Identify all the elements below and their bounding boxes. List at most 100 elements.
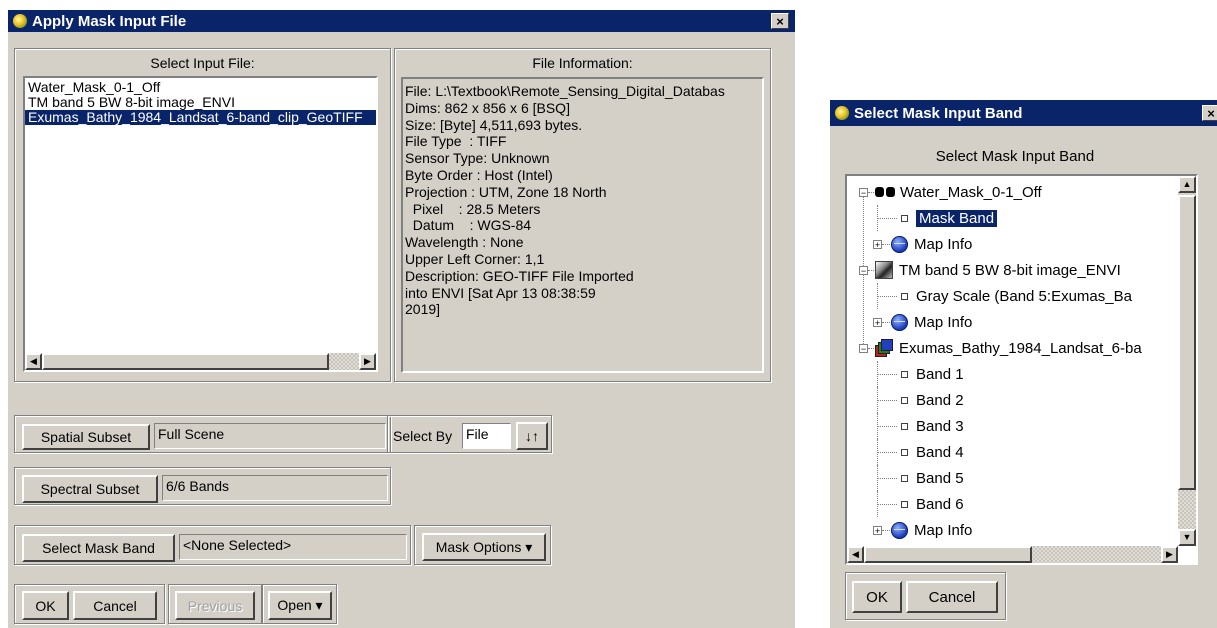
scroll-left-button[interactable]: ◀ [847, 546, 864, 563]
tree-band-node[interactable]: Gray Scale (Band 5:Exumas_Ba [901, 283, 1132, 309]
tree-connector [877, 413, 878, 439]
file-info-line: Dims: 862 x 856 x 6 [BSQ] [405, 99, 570, 116]
spatial-subset-field: Full Scene [154, 423, 386, 449]
file-list-item[interactable]: Water_Mask_0-1_Off [25, 80, 376, 95]
close-button[interactable]: × [771, 13, 789, 29]
tree-mapinfo-label: Map Info [914, 521, 973, 539]
collapse-icon[interactable]: − [859, 344, 868, 354]
tree-band-node[interactable]: Band 1 [901, 361, 964, 387]
tree-mapinfo-node[interactable]: Map Info [891, 309, 972, 335]
band-leaf-icon [901, 500, 908, 508]
tree-band-node[interactable]: Band 6 [901, 491, 964, 517]
select-band-dialog: Select Mask Input Band × Select Mask Inp… [830, 100, 1217, 628]
tree-band-node[interactable]: Band 5 [901, 465, 964, 491]
envi-app-icon [835, 106, 849, 120]
tree-file-node[interactable]: Exumas_Bathy_1984_Landsat_6-ba [875, 335, 1142, 361]
grayscale-image-icon [875, 261, 893, 279]
tree-connector [877, 387, 878, 413]
tree-band-label: Band 2 [916, 391, 964, 409]
select-input-panel: Select Input File: Water_Mask_0-1_Off TM … [14, 48, 391, 382]
tree-connector [877, 504, 897, 505]
collapse-icon[interactable]: − [859, 188, 868, 198]
sort-order-button[interactable]: ↓↑ [516, 422, 548, 450]
vscroll-thumb[interactable] [1178, 195, 1196, 490]
ok-cancel-group: OK Cancel [14, 584, 165, 624]
tree-connector [877, 283, 878, 309]
tree-connector [882, 322, 890, 323]
band-leaf-icon [901, 422, 908, 430]
open-button[interactable]: Open ▾ [268, 591, 332, 620]
band-ok-cancel-group: OK Cancel [845, 572, 1006, 620]
previous-group: Previous [168, 584, 262, 624]
scroll-up-button[interactable]: ▲ [1178, 176, 1196, 193]
file-info-line: File Type : TIFF [405, 133, 507, 150]
file-list-hscrollbar[interactable]: ◀ ▶ [25, 353, 376, 370]
band-close-button[interactable]: × [1202, 105, 1217, 121]
tree-file-node[interactable]: TM band 5 BW 8-bit image_ENVI [875, 257, 1121, 283]
band-dialog-heading: Select Mask Input Band [935, 148, 1095, 165]
scroll-right-button[interactable]: ▶ [1161, 546, 1178, 563]
scroll-down-button[interactable]: ▼ [1178, 529, 1196, 546]
file-info-line: Upper Left Corner: 1,1 [405, 250, 545, 267]
tree-mapinfo-node[interactable]: Map Info [891, 517, 972, 543]
spectral-subset-group: Spectral Subset 6/6 Bands [14, 467, 391, 505]
band-ok-button[interactable]: OK [852, 581, 902, 613]
tree-band-label: Mask Band [914, 208, 999, 228]
tree-band-label: Band 3 [916, 417, 964, 435]
band-tree-vscrollbar[interactable]: ▲ ▼ [1178, 176, 1196, 546]
file-info-text: File: L:\Textbook\Remote_Sensing_Digital… [401, 77, 764, 373]
spectral-subset-button[interactable]: Spectral Subset [22, 475, 158, 503]
tree-band-node[interactable]: Band 3 [901, 413, 964, 439]
spatial-subset-button[interactable]: Spatial Subset [22, 424, 150, 450]
tree-file-node[interactable]: Water_Mask_0-1_Off [875, 179, 1042, 205]
globe-icon [891, 235, 908, 253]
band-leaf-icon [901, 448, 908, 456]
mask-options-button[interactable]: Mask Options ▾ [422, 533, 546, 561]
mask-band-group: Select Mask Band <None Selected> [14, 525, 411, 565]
file-info-line: Sensor Type: Unknown [405, 150, 550, 167]
file-list-item[interactable]: TM band 5 BW 8-bit image_ENVI [25, 95, 376, 110]
apply-mask-titlebar[interactable]: Apply Mask Input File × [8, 10, 795, 32]
scroll-thumb[interactable] [42, 353, 329, 370]
tree-connector [882, 530, 890, 531]
tree-mapinfo-label: Map Info [914, 235, 973, 253]
tree-mapinfo-node[interactable]: Map Info [891, 231, 972, 257]
select-by-group: Select By File ↓↑ [387, 415, 552, 453]
hscroll-thumb[interactable] [864, 546, 1032, 563]
expand-icon[interactable]: + [873, 240, 882, 250]
select-mask-band-button[interactable]: Select Mask Band [22, 534, 175, 562]
tree-band-node[interactable]: Band 2 [901, 387, 964, 413]
expand-icon[interactable]: + [873, 526, 882, 536]
band-dialog-titlebar[interactable]: Select Mask Input Band × [830, 100, 1217, 126]
collapse-icon[interactable]: − [859, 266, 868, 276]
cancel-button[interactable]: Cancel [73, 591, 157, 620]
tree-connector [877, 374, 897, 375]
file-info-label: File Information: [532, 55, 633, 71]
tree-band-node[interactable]: Mask Band [901, 205, 999, 231]
input-file-list[interactable]: Water_Mask_0-1_Off TM band 5 BW 8-bit ima… [23, 76, 378, 372]
file-info-line: File: L:\Textbook\Remote_Sensing_Digital… [405, 83, 725, 99]
file-list-item[interactable]: Exumas_Bathy_1984_Landsat_6-band_clip_Ge… [25, 110, 376, 125]
sort-arrows-icon: ↓↑ [525, 428, 539, 444]
scroll-right-button[interactable]: ▶ [359, 353, 376, 370]
apply-mask-dialog: Apply Mask Input File × Select Input Fil… [8, 10, 795, 628]
spectral-subset-field: 6/6 Bands [162, 475, 388, 501]
file-info-line: 2019] [405, 301, 441, 318]
tree-band-node[interactable]: Band 4 [901, 439, 964, 465]
band-cancel-button[interactable]: Cancel [906, 581, 998, 613]
select-by-field[interactable]: File [462, 423, 511, 449]
tree-band-label: Band 1 [916, 365, 964, 383]
file-info-line: into ENVI [Sat Apr 13 08:38:59 [405, 284, 596, 301]
tree-band-label: Band 5 [916, 469, 964, 487]
band-tree-hscrollbar[interactable]: ◀ ▶ [847, 546, 1178, 563]
tree-connector [877, 296, 897, 297]
mask-glasses-icon [875, 186, 895, 198]
tree-connector [877, 426, 897, 427]
tree-connector [877, 439, 878, 465]
previous-button[interactable]: Previous [175, 591, 255, 620]
band-tree[interactable]: − Water_Mask_0-1_Off Mask Band + Map Info − TM… [845, 174, 1198, 565]
ok-button[interactable]: OK [22, 591, 69, 620]
scroll-left-button[interactable]: ◀ [25, 353, 42, 370]
expand-icon[interactable]: + [873, 318, 882, 328]
tree-band-label: Band 4 [916, 443, 964, 461]
